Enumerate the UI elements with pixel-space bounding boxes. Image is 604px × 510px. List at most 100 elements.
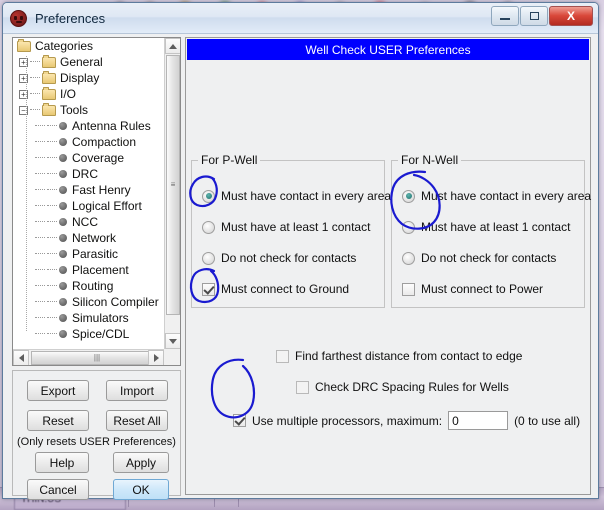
minimize-button[interactable]: [491, 6, 519, 26]
max-processors-input[interactable]: 0: [448, 411, 509, 430]
scroll-down-button[interactable]: [165, 333, 180, 349]
tree-item-leaf[interactable]: Routing: [13, 278, 164, 294]
categories-tree[interactable]: Categories + General + Display + I/O − Tools Ante…: [12, 37, 181, 366]
tree-connector-icon: [47, 125, 57, 127]
close-icon: X: [566, 9, 575, 23]
pwell-radio-no-check-label: Do not check for contacts: [221, 251, 357, 265]
tree-item-leaf[interactable]: Simulators: [13, 310, 164, 326]
tree-item-folder[interactable]: + I/O: [13, 86, 164, 102]
nwell-group-label: For N-Well: [398, 153, 462, 167]
drc-spacing-checkbox[interactable]: Check DRC Spacing Rules for Wells: [296, 380, 509, 394]
tree-horizontal-scrollbar[interactable]: |||: [13, 349, 164, 365]
tree-item-leaf[interactable]: Placement: [13, 262, 164, 278]
maximize-button[interactable]: [520, 6, 548, 26]
tree-item-label: Network: [72, 231, 117, 245]
horizontal-scroll-thumb[interactable]: |||: [31, 351, 163, 365]
export-button[interactable]: Export: [27, 380, 89, 401]
tree-connector-icon: [47, 173, 57, 175]
tree-connector-icon: [35, 253, 45, 255]
tree-item-leaf[interactable]: Parasitic: [13, 246, 164, 262]
checkbox-icon: [276, 349, 289, 363]
tree-connector-icon: [47, 253, 57, 255]
tree-item-label: Tools: [60, 103, 89, 117]
tree-item-label: Routing: [72, 279, 114, 293]
vertical-scroll-thumb[interactable]: ≡: [166, 55, 180, 315]
tree-vertical-scrollbar[interactable]: ≡: [164, 38, 180, 349]
tree-bullet-icon: [59, 202, 67, 210]
scroll-right-button[interactable]: [148, 350, 164, 365]
nwell-radio-no-check-label: Do not check for contacts: [421, 251, 557, 265]
tree-item-folder[interactable]: + General: [13, 54, 164, 70]
radio-icon: [202, 189, 215, 203]
nwell-connect-power-checkbox[interactable]: Must connect to Power: [402, 282, 543, 296]
tree-bullet-icon: [59, 314, 67, 322]
tree-connector-icon: [35, 221, 45, 223]
tree-connector-icon: [35, 317, 45, 319]
tree-connector-icon: [35, 237, 45, 239]
tree-item-leaf[interactable]: Spice/CDL: [13, 326, 164, 342]
close-button[interactable]: X: [549, 6, 593, 26]
nwell-group: For N-Well Must have contact in every ar…: [391, 153, 591, 308]
title-bar[interactable]: Preferences X: [3, 3, 598, 34]
tree-item-leaf[interactable]: Compaction: [13, 134, 164, 150]
tree-connector-icon: [35, 333, 45, 335]
tree-item-leaf[interactable]: Network: [13, 230, 164, 246]
tree-item-leaf[interactable]: DRC: [13, 166, 164, 182]
reset-button[interactable]: Reset: [27, 410, 89, 431]
reset-all-button[interactable]: Reset All: [106, 410, 168, 431]
tree-item-folder[interactable]: − Tools: [13, 102, 164, 118]
folder-icon: [42, 102, 56, 116]
tree-connector-icon: [35, 301, 45, 303]
import-button[interactable]: Import: [106, 380, 168, 401]
farthest-distance-label: Find farthest distance from contact to e…: [295, 349, 523, 363]
scroll-up-button[interactable]: [165, 38, 180, 54]
radio-icon: [202, 251, 215, 265]
tree-connector-icon: [35, 269, 45, 271]
radio-icon: [402, 189, 415, 203]
tree-item-leaf[interactable]: Silicon Compiler: [13, 294, 164, 310]
nwell-radio-no-check[interactable]: Do not check for contacts: [402, 251, 556, 265]
cancel-button[interactable]: Cancel: [27, 479, 89, 500]
nwell-radio-at-least-one[interactable]: Must have at least 1 contact: [402, 220, 570, 234]
pwell-connect-ground-checkbox[interactable]: Must connect to Ground: [202, 282, 349, 296]
nwell-radio-every-area[interactable]: Must have contact in every area: [402, 189, 591, 203]
tree-item-folder[interactable]: Categories: [13, 38, 164, 54]
use-multiple-processors-label: Use multiple processors, maximum:: [252, 413, 443, 428]
use-multiple-processors-row[interactable]: Use multiple processors, maximum: 0 (0 t…: [233, 411, 580, 430]
pwell-group-label: For P-Well: [198, 153, 261, 167]
pwell-radio-every-area[interactable]: Must have contact in every area: [202, 189, 391, 203]
tree-item-label: DRC: [72, 167, 98, 181]
tree-item-leaf[interactable]: Logical Effort: [13, 198, 164, 214]
help-button[interactable]: Help: [35, 452, 89, 473]
pwell-radio-at-least-one[interactable]: Must have at least 1 contact: [202, 220, 370, 234]
tree-bullet-icon: [59, 170, 67, 178]
tree-item-label: Spice/CDL: [72, 327, 130, 341]
tree-items-container: Categories + General + Display + I/O − Tools Ante…: [13, 38, 164, 349]
checkbox-icon: [296, 380, 309, 394]
tree-item-leaf[interactable]: Fast Henry: [13, 182, 164, 198]
tree-connector-icon: [47, 221, 57, 223]
tree-item-folder[interactable]: + Display: [13, 70, 164, 86]
folder-icon: [17, 38, 31, 52]
preferences-window: Preferences X Categories + General + Display…: [2, 2, 599, 500]
pwell-radio-no-check[interactable]: Do not check for contacts: [202, 251, 356, 265]
tree-connector-icon: [47, 189, 57, 191]
radio-icon: [402, 251, 415, 265]
scroll-left-button[interactable]: [13, 350, 29, 365]
tree-connector-icon: [35, 173, 45, 175]
folder-icon: [42, 54, 56, 68]
tree-item-label: Silicon Compiler: [72, 295, 159, 309]
ok-button[interactable]: OK: [113, 479, 169, 500]
tree-bullet-icon: [59, 282, 67, 290]
apply-button[interactable]: Apply: [113, 452, 169, 473]
checkbox-icon: [402, 282, 415, 296]
farthest-distance-checkbox[interactable]: Find farthest distance from contact to e…: [276, 349, 522, 363]
tree-item-leaf[interactable]: Coverage: [13, 150, 164, 166]
tree-item-label: Parasitic: [72, 247, 119, 261]
left-column: Categories + General + Display + I/O − Tools Ante…: [12, 37, 181, 500]
well-groups: For P-Well Must have contact in every ar…: [191, 153, 591, 308]
tree-item-leaf[interactable]: Antenna Rules: [13, 118, 164, 134]
nwell-radio-every-area-label: Must have contact in every area: [421, 189, 592, 203]
tree-item-leaf[interactable]: NCC: [13, 214, 164, 230]
tree-connector-icon: [30, 61, 40, 63]
